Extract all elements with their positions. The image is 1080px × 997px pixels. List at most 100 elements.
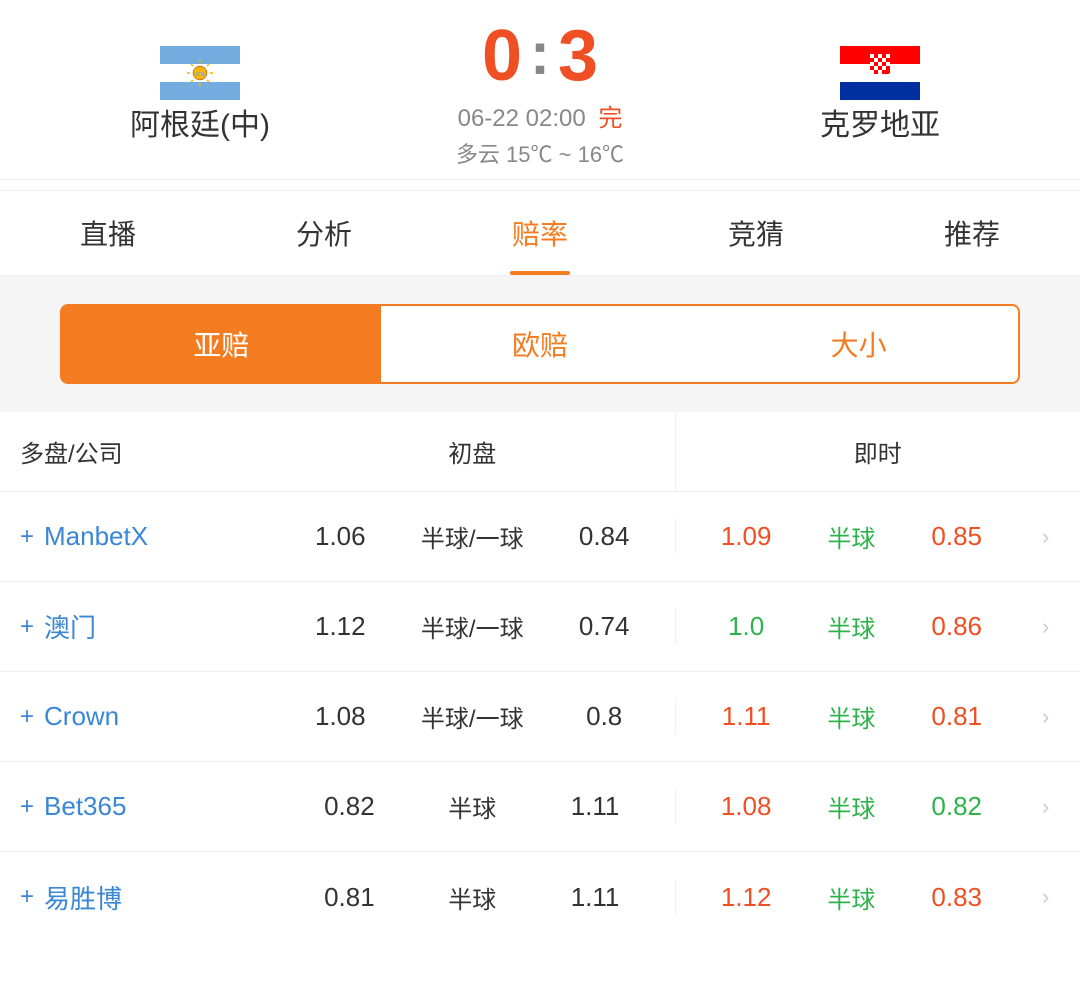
realtime-macau: 1.0 半球 0.86 ›	[675, 609, 1080, 644]
rt-left-bet365: 1.08	[706, 791, 786, 822]
initial-left-bet365: 0.82	[309, 791, 389, 822]
company-name-manbetx: ManbetX	[44, 521, 148, 552]
initial-bet365: 0.82 半球 1.11	[270, 789, 675, 824]
team-right: 克罗地亚	[740, 46, 1020, 144]
team-left-name: 阿根廷(中)	[130, 100, 270, 144]
flag-argentina: AFA	[160, 46, 240, 100]
rt-mid-manbetx: 半球	[827, 519, 875, 554]
initial-left-yishibao: 0.81	[309, 882, 389, 913]
plus-icon-yishibao: +	[20, 883, 34, 911]
odds-row-macau[interactable]: + 澳门 1.12 半球/一球 0.74 1.0 半球 0.86 ›	[0, 582, 1080, 672]
company-bet365: + Bet365	[0, 791, 270, 822]
initial-left-crown: 1.08	[300, 701, 380, 732]
odds-table: + ManbetX 1.06 半球/一球 0.84 1.09 半球 0.85 ›…	[0, 492, 1080, 942]
match-header: AFA 阿根廷(中) 0 : 3 06-22 02:00 完 多云 15℃ ~ …	[0, 0, 1080, 179]
chevron-yishibao: ›	[1042, 884, 1049, 910]
subtab-asian[interactable]: 亚赔	[62, 306, 381, 382]
company-crown: + Crown	[0, 701, 270, 732]
match-datetime: 06-22 02:00 完	[458, 98, 623, 133]
tab-analysis[interactable]: 分析	[216, 191, 432, 275]
rt-right-manbetx: 0.85	[917, 521, 997, 552]
section-divider	[0, 276, 1080, 286]
initial-right-manbetx: 0.84	[564, 521, 644, 552]
svg-text:AFA: AFA	[195, 72, 205, 78]
rt-left-macau: 1.0	[706, 611, 786, 642]
initial-mid-yishibao: 半球	[448, 880, 496, 915]
rt-mid-yishibao: 半球	[827, 880, 875, 915]
odds-row-bet365[interactable]: + Bet365 0.82 半球 1.11 1.08 半球 0.82 ›	[0, 762, 1080, 852]
company-macau: + 澳门	[0, 608, 270, 645]
initial-yishibao: 0.81 半球 1.11	[270, 880, 675, 915]
chevron-crown: ›	[1042, 704, 1049, 730]
odds-row-manbetx[interactable]: + ManbetX 1.06 半球/一球 0.84 1.09 半球 0.85 ›	[0, 492, 1080, 582]
col-header-realtime: 即时	[675, 412, 1080, 491]
initial-right-macau: 0.74	[564, 611, 644, 642]
rt-left-crown: 1.11	[706, 701, 786, 732]
tab-odds[interactable]: 赔率	[432, 191, 648, 275]
match-weather: 多云 15℃ ~ 16℃	[456, 137, 624, 169]
plus-icon-crown: +	[20, 703, 34, 731]
score-display: 0 : 3	[482, 20, 598, 92]
rt-mid-bet365: 半球	[827, 789, 875, 824]
chevron-macau: ›	[1042, 614, 1049, 640]
rt-left-yishibao: 1.12	[706, 882, 786, 913]
initial-mid-crown: 半球/一球	[421, 699, 524, 734]
plus-icon-manbetx: +	[20, 523, 34, 551]
match-status: 完	[598, 105, 622, 132]
score-colon: :	[530, 24, 550, 84]
realtime-manbetx: 1.09 半球 0.85 ›	[675, 519, 1080, 554]
odds-row-yishibao[interactable]: + 易胜博 0.81 半球 1.11 1.12 半球 0.83 ›	[0, 852, 1080, 942]
subtab-european[interactable]: 欧赔	[381, 306, 700, 382]
score-left: 0	[482, 20, 522, 92]
company-name-macau: 澳门	[44, 608, 96, 645]
nav-tabs: 直播 分析 赔率 竞猜 推荐	[0, 190, 1080, 276]
initial-mid-macau: 半球/一球	[421, 609, 524, 644]
rt-left-manbetx: 1.09	[706, 521, 786, 552]
initial-crown: 1.08 半球/一球 0.8	[270, 699, 675, 734]
sub-tabs-container: 亚赔 欧赔 大小	[0, 286, 1080, 402]
chevron-bet365: ›	[1042, 794, 1049, 820]
initial-left-manbetx: 1.06	[300, 521, 380, 552]
company-manbetx: + ManbetX	[0, 521, 270, 552]
sub-tabs: 亚赔 欧赔 大小	[60, 304, 1020, 384]
match-center: 0 : 3 06-22 02:00 完 多云 15℃ ~ 16℃	[340, 20, 740, 169]
rt-right-macau: 0.86	[917, 611, 997, 642]
initial-mid-manbetx: 半球/一球	[421, 519, 524, 554]
company-name-bet365: Bet365	[44, 791, 126, 822]
rt-right-yishibao: 0.83	[917, 882, 997, 913]
realtime-yishibao: 1.12 半球 0.83 ›	[675, 880, 1080, 915]
rt-mid-crown: 半球	[827, 699, 875, 734]
table-header: 多盘/公司 初盘 即时	[0, 412, 1080, 492]
company-name-crown: Crown	[44, 701, 119, 732]
realtime-crown: 1.11 半球 0.81 ›	[675, 699, 1080, 734]
col-header-company: 多盘/公司	[0, 412, 270, 491]
plus-icon-macau: +	[20, 613, 34, 641]
section-divider-2	[0, 402, 1080, 412]
initial-mid-bet365: 半球	[448, 789, 496, 824]
initial-right-crown: 0.8	[564, 701, 644, 732]
rt-right-bet365: 0.82	[917, 791, 997, 822]
tab-recommend[interactable]: 推荐	[864, 191, 1080, 275]
initial-manbetx: 1.06 半球/一球 0.84	[270, 519, 675, 554]
plus-icon-bet365: +	[20, 793, 34, 821]
header-divider	[0, 179, 1080, 180]
chevron-manbetx: ›	[1042, 524, 1049, 550]
initial-macau: 1.12 半球/一球 0.74	[270, 609, 675, 644]
subtab-size[interactable]: 大小	[699, 306, 1018, 382]
rt-right-crown: 0.81	[917, 701, 997, 732]
team-left: AFA 阿根廷(中)	[60, 46, 340, 144]
odds-row-crown[interactable]: + Crown 1.08 半球/一球 0.8 1.11 半球 0.81 ›	[0, 672, 1080, 762]
score-right: 3	[558, 20, 598, 92]
company-name-yishibao: 易胜博	[44, 879, 122, 916]
initial-right-yishibao: 1.11	[555, 882, 635, 913]
team-right-name: 克罗地亚	[820, 100, 940, 144]
tab-live[interactable]: 直播	[0, 191, 216, 275]
flag-croatia	[840, 46, 920, 100]
realtime-bet365: 1.08 半球 0.82 ›	[675, 789, 1080, 824]
rt-mid-macau: 半球	[827, 609, 875, 644]
tab-guess[interactable]: 竞猜	[648, 191, 864, 275]
initial-left-macau: 1.12	[300, 611, 380, 642]
company-yishibao: + 易胜博	[0, 879, 270, 916]
col-header-initial: 初盘	[270, 412, 675, 491]
initial-right-bet365: 1.11	[555, 791, 635, 822]
